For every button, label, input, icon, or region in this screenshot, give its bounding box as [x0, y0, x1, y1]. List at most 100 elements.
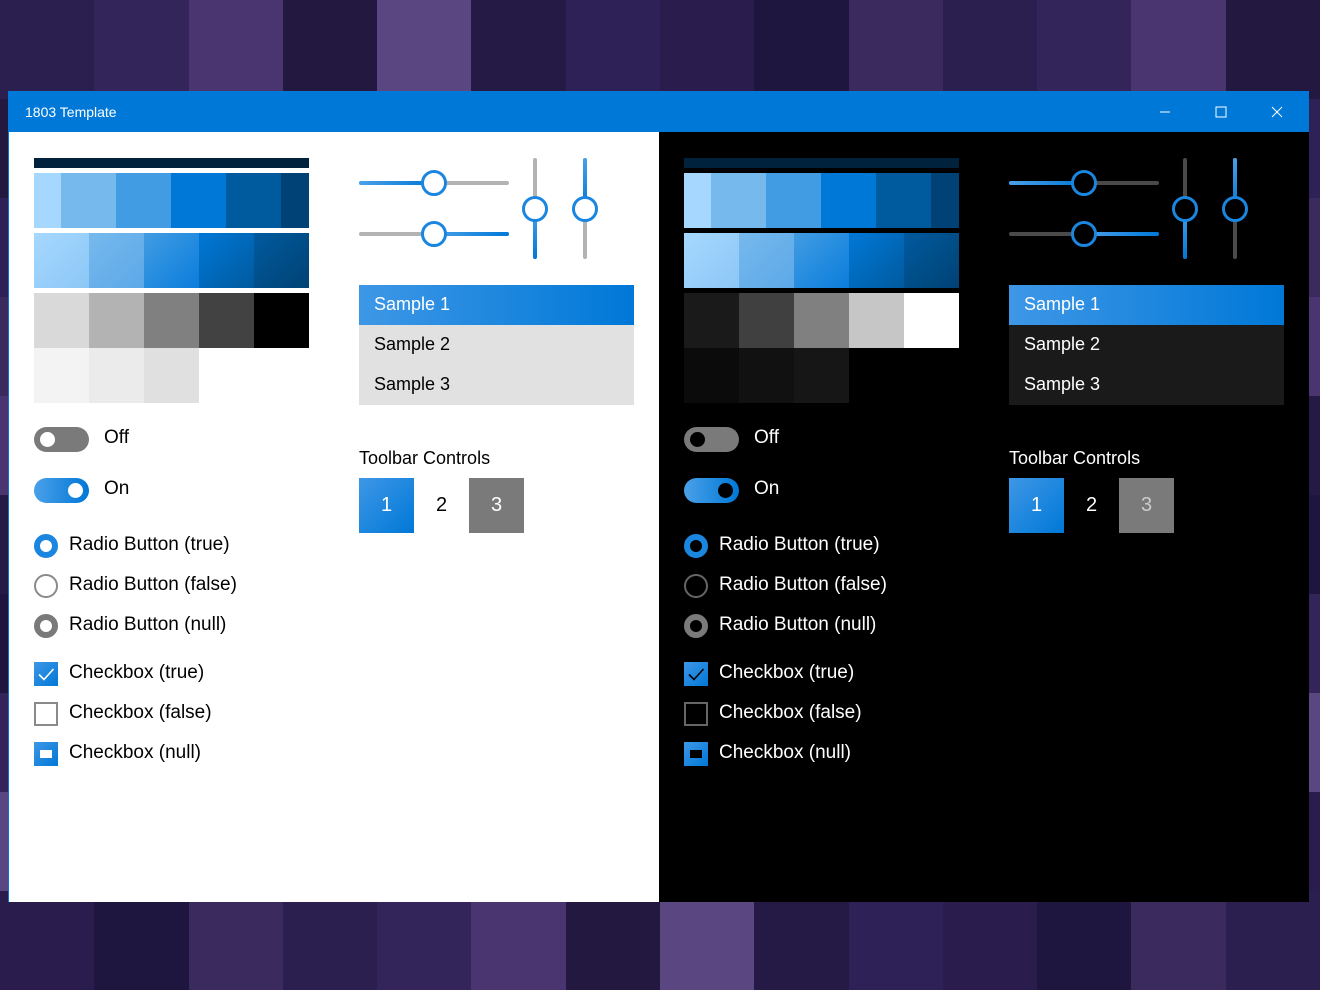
gray-swatch [904, 293, 959, 348]
vertical-slider-2-thumb[interactable] [572, 195, 598, 222]
gray-swatch [199, 293, 254, 348]
accent-swatch [821, 173, 876, 228]
chrome-swatch [144, 348, 199, 403]
toggle-on[interactable] [34, 478, 89, 503]
radio-label: Radio Button (false) [719, 574, 887, 595]
horizontal-slider-2-thumb[interactable] [1071, 221, 1097, 247]
app-window: 1803 Template Sample 1 Sample 2 Sample 3 To… [8, 91, 1309, 902]
accent-swatch [876, 173, 931, 228]
accent-gradient-swatch [254, 233, 309, 288]
toolbar-button-1[interactable]: 1 [359, 478, 414, 533]
accent-swatch [684, 173, 711, 228]
accent-gradient-swatch [34, 233, 89, 288]
dark-theme-panel: Sample 1 Sample 2 Sample 3 Toolbar Controls… [659, 132, 1309, 902]
title-bar[interactable]: 1803 Template [9, 92, 1308, 132]
toolbar-button-2[interactable]: 2 [414, 478, 469, 533]
accent-gradient-swatch [144, 233, 199, 288]
checkbox-label: Checkbox (null) [719, 742, 851, 763]
gray-swatch [34, 293, 89, 348]
checkbox-null[interactable] [684, 742, 708, 766]
radio-label: Radio Button (true) [719, 534, 880, 555]
radio-button-false[interactable] [34, 574, 58, 598]
toggle-off-label: Off [754, 427, 779, 448]
vertical-slider-1-thumb[interactable] [522, 195, 548, 222]
chrome-swatch [34, 348, 89, 403]
toolbar-button-2[interactable]: 2 [1064, 478, 1119, 533]
gray-swatch [794, 293, 849, 348]
accent-swatch [171, 173, 226, 228]
radio-button-null[interactable] [34, 614, 58, 638]
radio-button-true[interactable] [684, 534, 708, 558]
toolbar-button-1[interactable]: 1 [1009, 478, 1064, 533]
gray-swatch [849, 293, 904, 348]
close-icon [1271, 106, 1283, 118]
accent-swatch [931, 173, 959, 228]
accent-gradient-swatch [739, 233, 794, 288]
checkbox-label: Checkbox (null) [69, 742, 201, 763]
radio-button-null[interactable] [684, 614, 708, 638]
toolbar-label: Toolbar Controls [1009, 448, 1141, 468]
checkbox-label: Checkbox (false) [69, 702, 212, 723]
radio-label: Radio Button (true) [69, 534, 230, 555]
checkbox-true[interactable] [34, 662, 58, 686]
toggle-on[interactable] [684, 478, 739, 503]
chrome-swatch [739, 348, 794, 403]
toggle-on-label: On [104, 478, 130, 499]
minimize-icon [1160, 111, 1170, 113]
list-item[interactable]: Sample 2 [359, 325, 634, 365]
indeterminate-icon [40, 750, 52, 758]
checkbox-false[interactable] [34, 702, 58, 726]
minimize-button[interactable] [1137, 92, 1193, 132]
checkbox-true[interactable] [684, 662, 708, 686]
accent-gradient-swatch [849, 233, 904, 288]
close-button[interactable] [1249, 92, 1305, 132]
list-item[interactable]: Sample 2 [1009, 325, 1284, 365]
gray-swatch [89, 293, 144, 348]
accent-gradient-swatch [794, 233, 849, 288]
accent-swatch [116, 173, 171, 228]
horizontal-slider-2-thumb[interactable] [421, 221, 447, 247]
radio-button-true[interactable] [34, 534, 58, 558]
horizontal-slider-1-thumb[interactable] [1071, 170, 1097, 196]
list-item[interactable]: Sample 3 [359, 365, 634, 405]
accent-dark-bar [34, 158, 309, 168]
vertical-slider-2-thumb[interactable] [1222, 195, 1248, 222]
radio-label: Radio Button (null) [69, 614, 227, 635]
chrome-swatch [684, 348, 739, 403]
toolbar-button-3[interactable]: 3 [469, 478, 524, 533]
vertical-slider-1-thumb[interactable] [1172, 195, 1198, 222]
chrome-swatch [794, 348, 849, 403]
toggle-off[interactable] [34, 427, 89, 452]
toggle-off-label: Off [104, 427, 129, 448]
accent-swatch [711, 173, 766, 228]
indeterminate-icon [690, 750, 702, 758]
checkbox-label: Checkbox (true) [719, 662, 855, 683]
radio-label: Radio Button (null) [719, 614, 877, 635]
maximize-icon [1215, 106, 1227, 118]
checkbox-label: Checkbox (true) [69, 662, 205, 683]
maximize-button[interactable] [1193, 92, 1249, 132]
checkbox-null[interactable] [34, 742, 58, 766]
accent-swatch [61, 173, 116, 228]
accent-dark-bar [684, 158, 959, 168]
chrome-swatch [89, 348, 144, 403]
toolbar-button-3[interactable]: 3 [1119, 478, 1174, 533]
accent-gradient-swatch [904, 233, 959, 288]
window-title: 1803 Template [25, 104, 117, 120]
list-item[interactable]: Sample 1 [359, 285, 634, 325]
toggle-off[interactable] [684, 427, 739, 452]
gray-swatch [684, 293, 739, 348]
checkbox-false[interactable] [684, 702, 708, 726]
horizontal-slider-1-thumb[interactable] [421, 170, 447, 196]
gray-swatch [254, 293, 309, 348]
light-theme-panel: Sample 1 Sample 2 Sample 3 Toolbar Controls… [9, 132, 659, 902]
checkmark-icon [688, 668, 705, 681]
gray-swatch [144, 293, 199, 348]
list-item[interactable]: Sample 1 [1009, 285, 1284, 325]
accent-gradient-swatch [199, 233, 254, 288]
radio-label: Radio Button (false) [69, 574, 237, 595]
toggle-on-label: On [754, 478, 780, 499]
radio-button-false[interactable] [684, 574, 708, 598]
list-item[interactable]: Sample 3 [1009, 365, 1284, 405]
checkmark-icon [38, 668, 55, 681]
